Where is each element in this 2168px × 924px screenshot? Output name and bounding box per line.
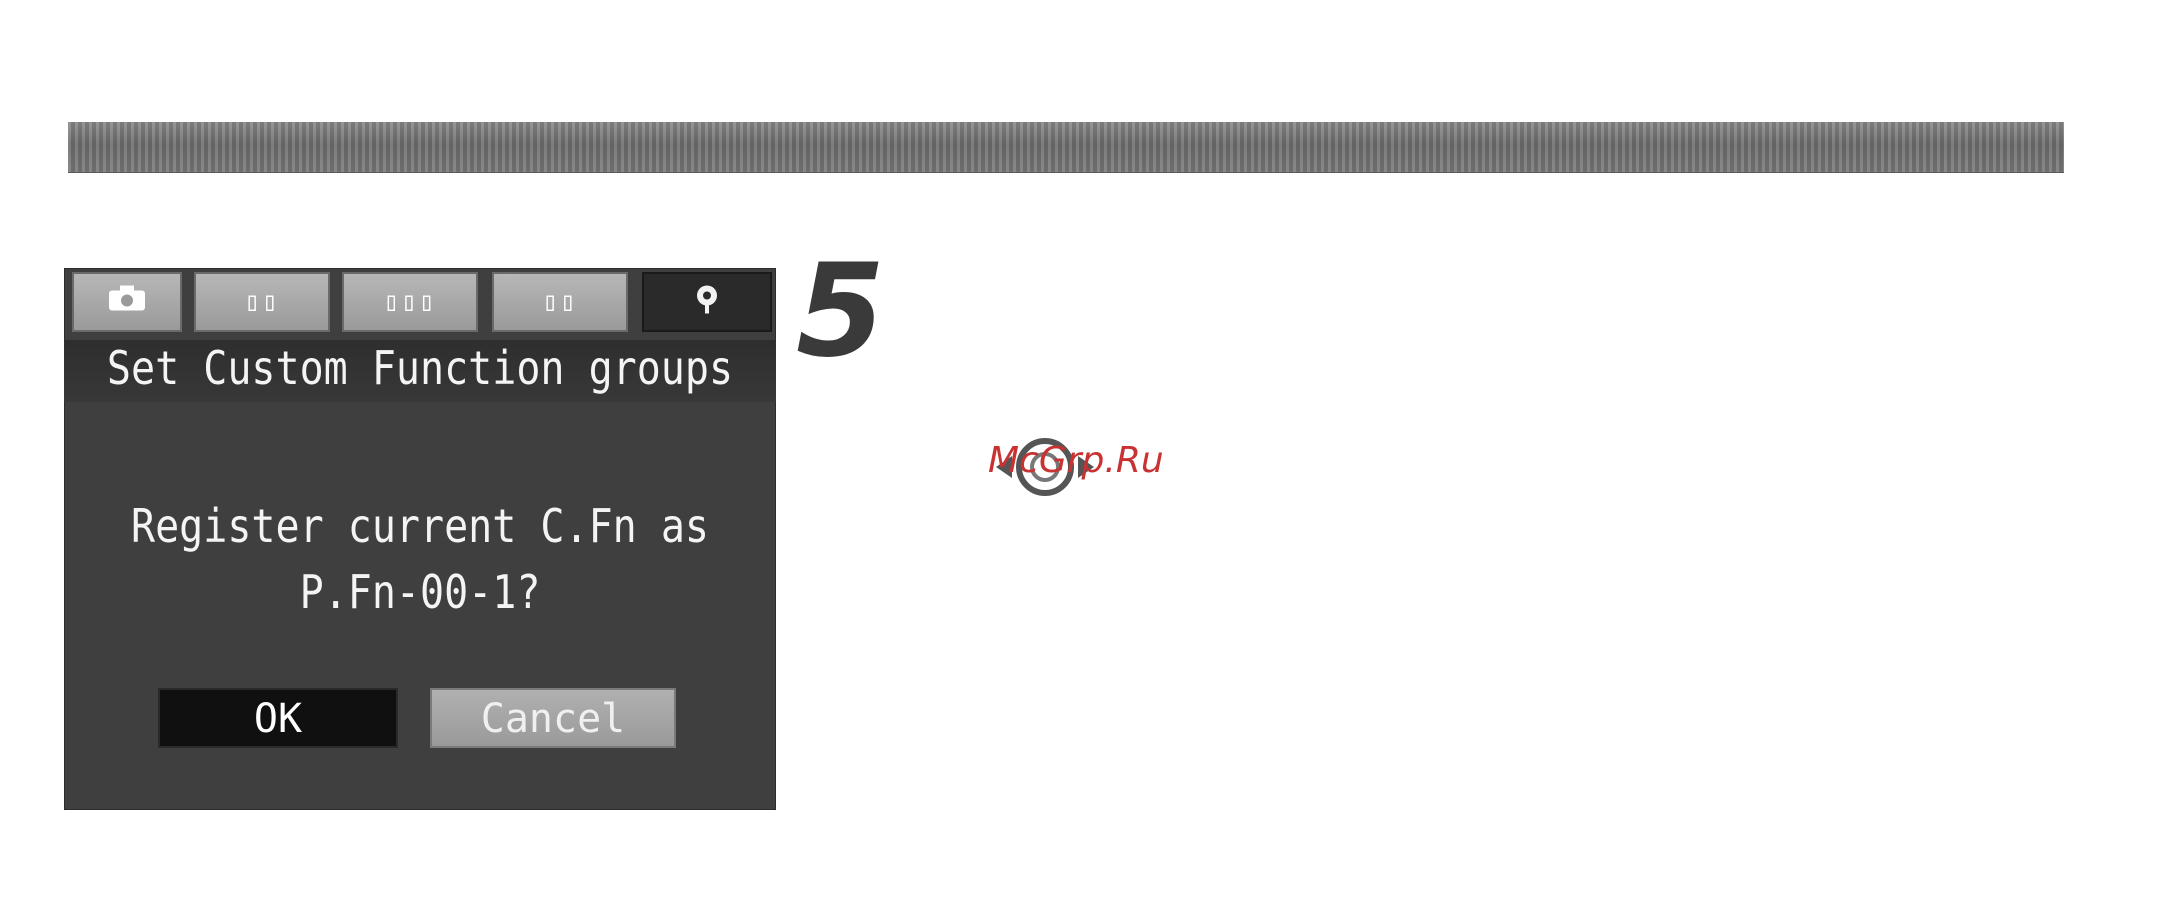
tab-setup-2[interactable]: ▯▯ <box>492 272 628 332</box>
dialog-message: Register current C.Fn as P.Fn-00-1? <box>64 494 776 626</box>
message-line-1: Register current C.Fn as <box>131 500 709 554</box>
camera-icon <box>107 285 147 320</box>
playback-icon: ▯▯ <box>244 287 280 317</box>
tab-setup-1[interactable]: ▯▯▯ <box>342 272 478 332</box>
watermark-text: McGrp.Ru <box>988 440 1164 481</box>
camera-lcd-screen: ▯▯ ▯▯▯ ▯▯ Set Custom Function groups Reg… <box>64 268 776 810</box>
tab-playback-1[interactable]: ▯▯ <box>194 272 330 332</box>
section-header-bar <box>68 122 2064 172</box>
ok-button[interactable]: OK <box>158 688 398 748</box>
setup-icon: ▯▯ <box>542 287 578 317</box>
message-line-2: P.Fn-00-1? <box>299 566 541 620</box>
cancel-button[interactable]: Cancel <box>430 688 676 748</box>
step-number: 5 <box>796 237 886 386</box>
menu-tab-strip: ▯▯ ▯▯▯ ▯▯ <box>72 268 776 336</box>
custom-function-icon <box>690 282 724 323</box>
dialog-title-bar: Set Custom Function groups <box>64 340 776 402</box>
dialog-title: Set Custom Function groups <box>106 342 734 396</box>
tab-shooting[interactable] <box>72 272 182 332</box>
setup-icon: ▯▯▯ <box>383 287 437 317</box>
tab-custom-functions[interactable] <box>642 272 772 332</box>
